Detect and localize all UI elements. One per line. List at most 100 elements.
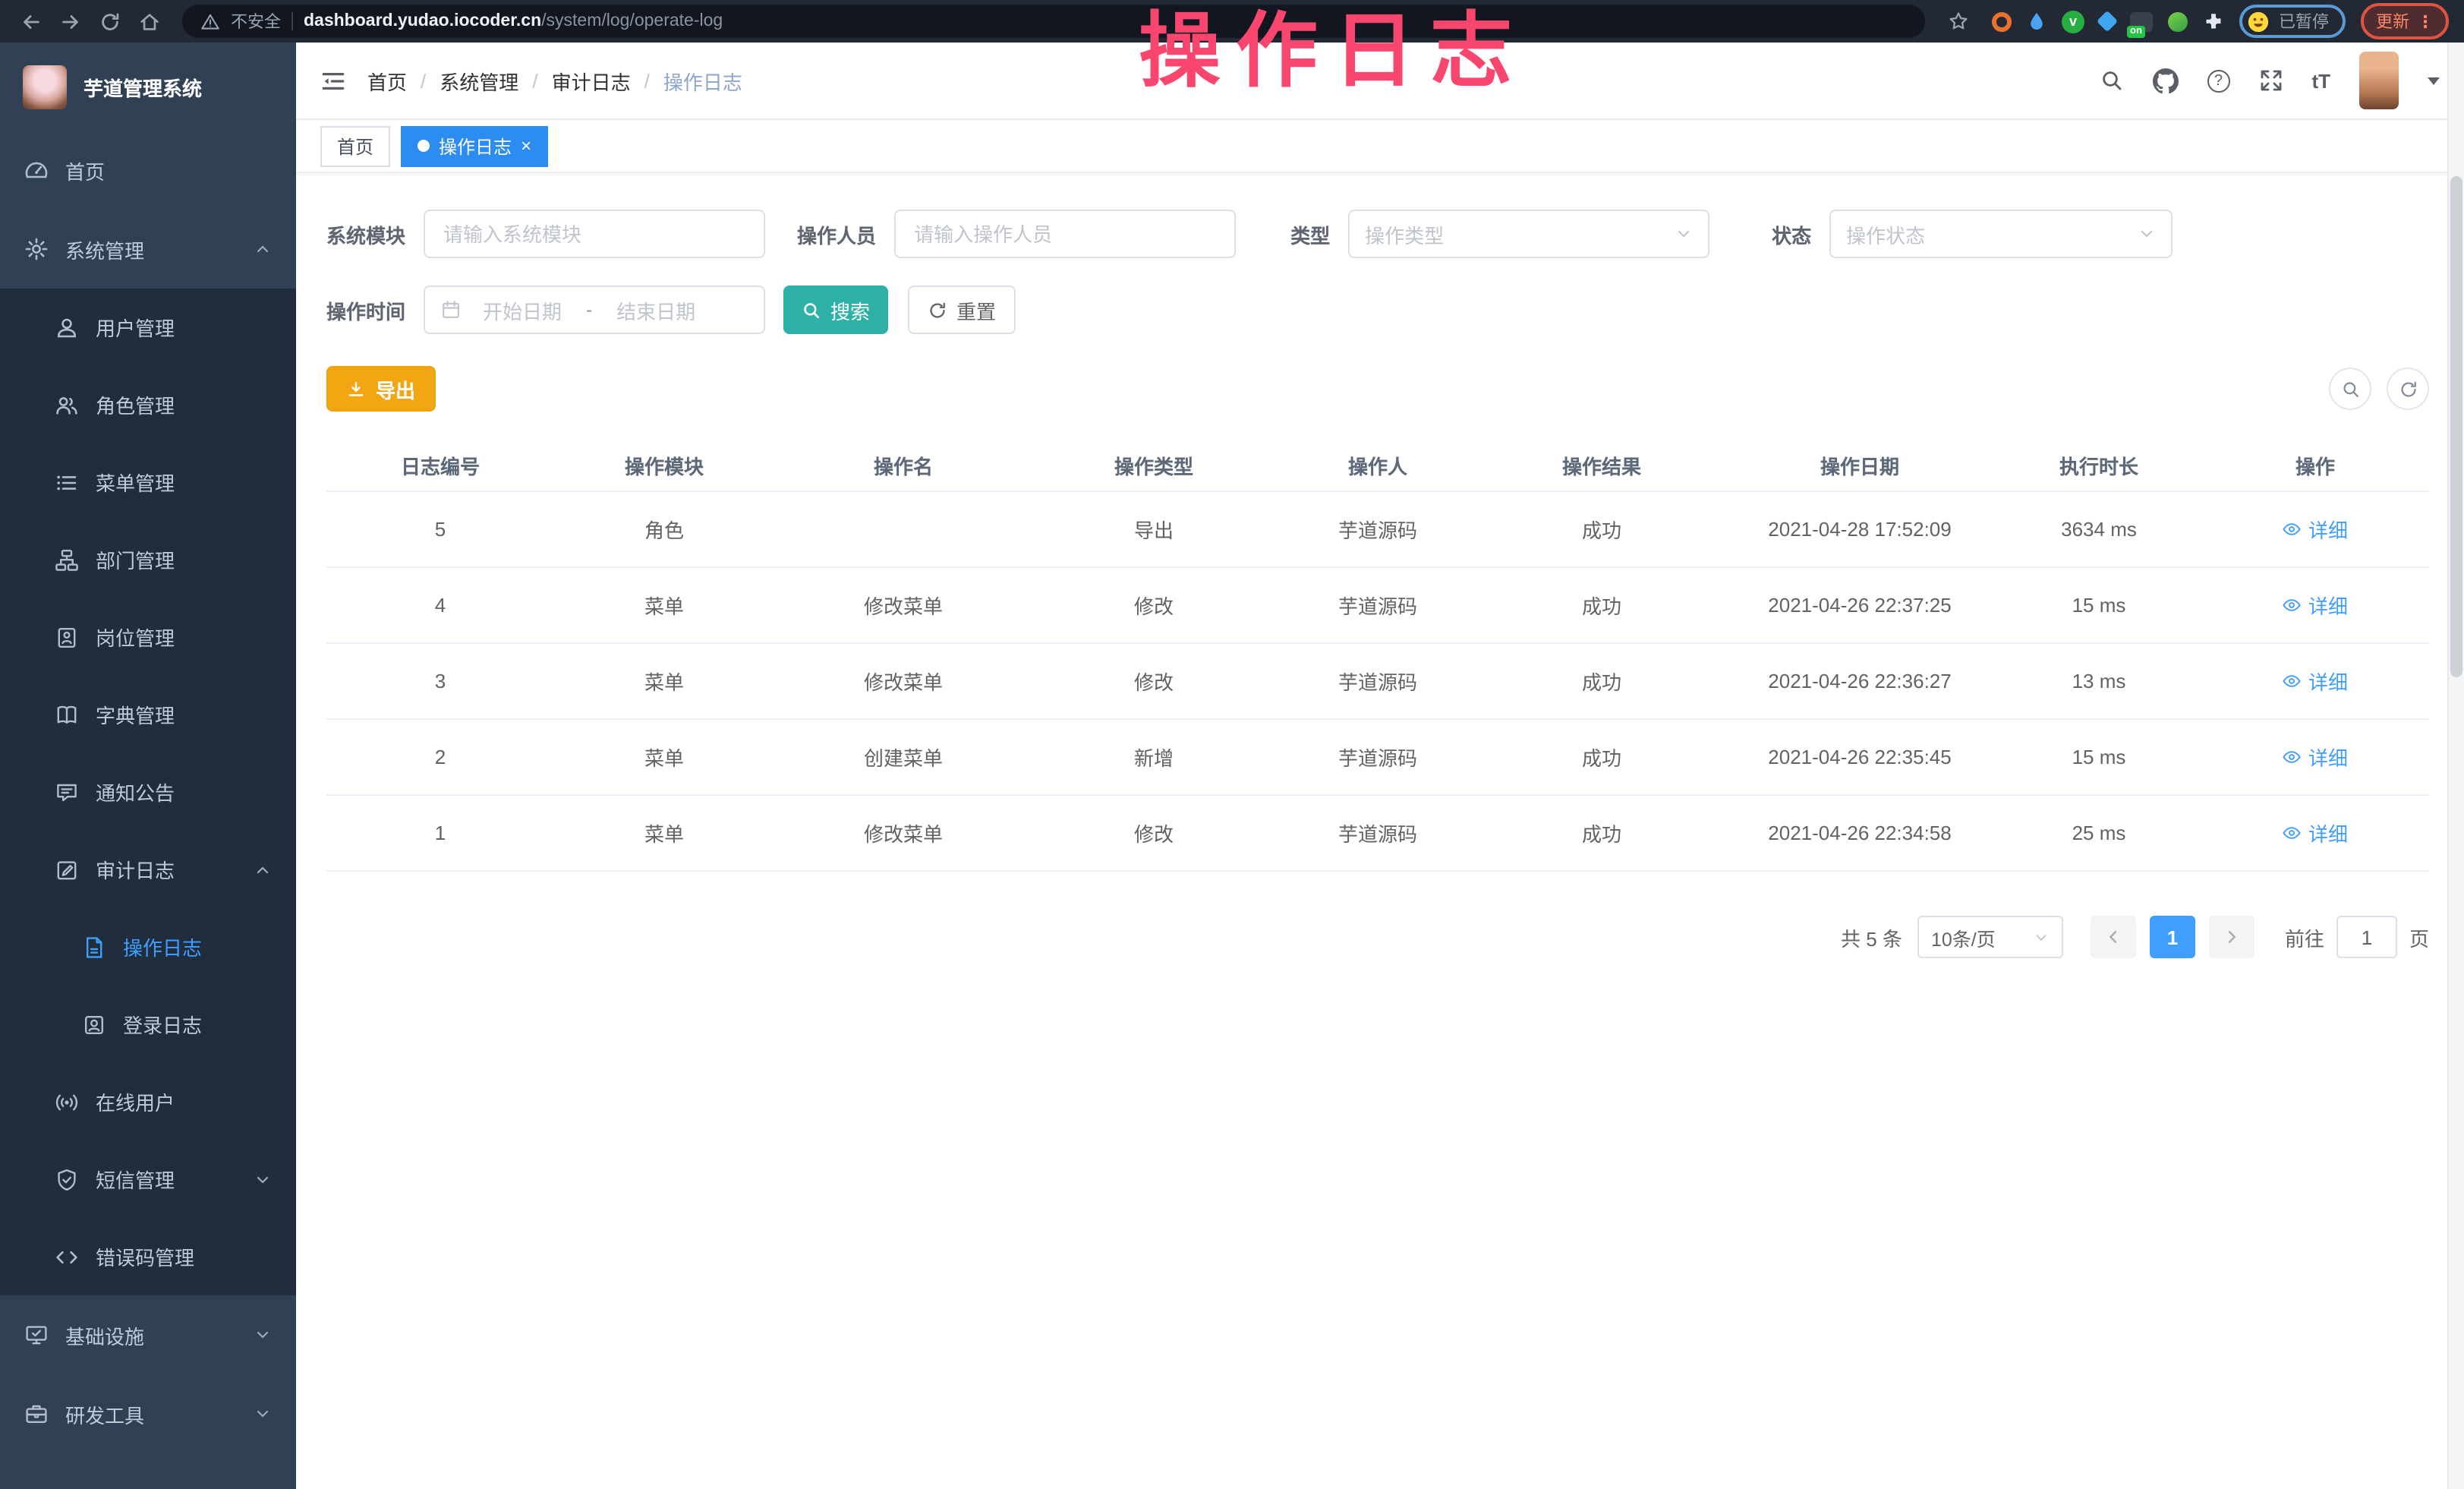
- browser-update-button[interactable]: 更新 ⋮: [2361, 3, 2449, 39]
- cell-operator: 芋道源码: [1275, 567, 1480, 643]
- dashboard-icon: [24, 158, 49, 182]
- show-search-button[interactable]: [2329, 368, 2371, 410]
- extension-green-v-icon[interactable]: v: [2062, 10, 2084, 33]
- sidebar-item-sms-management[interactable]: 短信管理: [0, 1140, 296, 1218]
- sidebar-item-audit-log[interactable]: 审计日志: [0, 831, 296, 908]
- refresh-table-button[interactable]: [2387, 368, 2429, 410]
- export-button[interactable]: 导出: [326, 366, 436, 412]
- address-bar[interactable]: 不安全 dashboard.yudao.iocoder.cn/system/lo…: [182, 5, 1925, 38]
- sidebar-item-online-users[interactable]: 在线用户: [0, 1063, 296, 1140]
- operator-input[interactable]: [894, 210, 1236, 258]
- sidebar-item-dept-management[interactable]: 部门管理: [0, 521, 296, 598]
- date-range-picker[interactable]: 开始日期 - 结束日期: [424, 285, 765, 334]
- font-size-icon[interactable]: tT: [2311, 69, 2330, 92]
- operate-log-icon: [82, 935, 106, 959]
- sidebar-item-error-code-management[interactable]: 错误码管理: [0, 1218, 296, 1295]
- browser-menu-kebab-icon[interactable]: ⋮: [2417, 11, 2434, 31]
- user-menu-caret-icon[interactable]: [2428, 77, 2440, 84]
- tag-home[interactable]: 首页: [320, 125, 390, 166]
- search-icon[interactable]: [2099, 68, 2123, 93]
- help-question-icon[interactable]: ?: [2207, 69, 2229, 92]
- sidebar-item-label: 登录日志: [123, 1010, 202, 1039]
- detail-link[interactable]: 详细: [2283, 667, 2348, 696]
- bookmark-star-button[interactable]: [1940, 5, 1977, 38]
- table-row: 1 菜单 修改菜单 修改 芋道源码 成功 2021-04-26 22:34:58…: [326, 795, 2429, 871]
- chevron-down-icon: [1675, 225, 1693, 243]
- fullscreen-icon[interactable]: [2258, 68, 2283, 93]
- module-input[interactable]: [424, 210, 765, 258]
- type-label: 类型: [1290, 219, 1330, 248]
- sidebar-item-label: 角色管理: [96, 390, 175, 419]
- detail-link[interactable]: 详细: [2283, 591, 2348, 620]
- sidebar-item-dict-management[interactable]: 字典管理: [0, 676, 296, 753]
- breadcrumb-item[interactable]: 系统管理: [440, 66, 518, 95]
- tag-operate-log[interactable]: 操作日志 ×: [401, 125, 548, 166]
- github-icon[interactable]: [2152, 68, 2178, 93]
- profile-paused-chip[interactable]: 已暂停: [2239, 5, 2346, 38]
- breadcrumb-item[interactable]: 首页: [367, 66, 407, 95]
- tag-close-icon[interactable]: ×: [521, 137, 531, 155]
- sidebar-item-home[interactable]: 首页: [0, 131, 296, 210]
- status-select-placeholder: 操作状态: [1846, 219, 1925, 248]
- cell-log-id: 5: [326, 491, 554, 567]
- cell-module: 菜单: [554, 643, 774, 719]
- sidebar-item-infrastructure[interactable]: 基础设施: [0, 1295, 296, 1374]
- browser-back-button[interactable]: [12, 5, 49, 38]
- sidebar-item-label: 岗位管理: [96, 623, 175, 651]
- cell-date: 2021-04-26 22:37:25: [1723, 567, 1996, 643]
- detail-link[interactable]: 详细: [2283, 515, 2348, 544]
- cell-log-id: 4: [326, 567, 554, 643]
- sidebar-toggle-button[interactable]: [320, 68, 346, 93]
- type-select[interactable]: 操作类型: [1348, 210, 1709, 258]
- app-logo-row[interactable]: 芋道管理系统: [0, 43, 296, 131]
- extensions-puzzle-icon[interactable]: [2203, 11, 2224, 32]
- browser-forward-button[interactable]: [52, 5, 88, 38]
- extension-dark-icon[interactable]: on: [2130, 11, 2153, 31]
- sidebar-item-role-management[interactable]: 角色管理: [0, 366, 296, 443]
- breadcrumb: 首页 / 系统管理 / 审计日志 / 操作日志: [367, 66, 742, 95]
- page-scrollbar[interactable]: [2447, 43, 2464, 1489]
- cell-result: 成功: [1480, 719, 1723, 795]
- detail-link[interactable]: 详细: [2283, 819, 2348, 847]
- sidebar-item-menu-management[interactable]: 菜单管理: [0, 443, 296, 521]
- browser-reload-button[interactable]: [91, 5, 128, 38]
- goto-label: 前往: [2285, 923, 2324, 951]
- cell-duration: 3634 ms: [1996, 491, 2201, 567]
- cell-module: 菜单: [554, 719, 774, 795]
- scrollbar-thumb[interactable]: [2450, 176, 2462, 677]
- goto-page-input[interactable]: [2336, 916, 2397, 958]
- chevron-up-icon: [254, 860, 272, 879]
- breadcrumb-item[interactable]: 审计日志: [552, 66, 631, 95]
- sidebar-item-user-management[interactable]: 用户管理: [0, 289, 296, 366]
- cell-date: 2021-04-26 22:35:45: [1723, 719, 1996, 795]
- sidebar-item-post-management[interactable]: 岗位管理: [0, 598, 296, 676]
- col-header-type: 操作类型: [1032, 439, 1275, 491]
- search-button-label: 搜索: [830, 295, 870, 324]
- detail-link[interactable]: 详细: [2283, 743, 2348, 771]
- current-page-button[interactable]: 1: [2150, 916, 2195, 958]
- sidebar-item-dev-tools[interactable]: 研发工具: [0, 1374, 296, 1453]
- search-button[interactable]: 搜索: [783, 285, 888, 334]
- user-avatar[interactable]: [2359, 52, 2399, 109]
- cell-name: 修改菜单: [774, 567, 1032, 643]
- sidebar-item-login-log[interactable]: 登录日志: [0, 986, 296, 1063]
- tag-label: 首页: [337, 133, 373, 159]
- browser-home-button[interactable]: [131, 5, 167, 38]
- next-page-button[interactable]: [2209, 916, 2254, 958]
- end-date-placeholder: 结束日期: [616, 295, 695, 324]
- reset-button[interactable]: 重置: [908, 285, 1016, 334]
- cell-duration: 15 ms: [1996, 719, 2201, 795]
- sidebar-item-system-management[interactable]: 系统管理: [0, 210, 296, 289]
- sidebar-item-operate-log[interactable]: 操作日志: [0, 908, 296, 986]
- table-row: 2 菜单 创建菜单 新增 芋道源码 成功 2021-04-26 22:35:45…: [326, 719, 2429, 795]
- sidebar-item-notice-announcement[interactable]: 通知公告: [0, 753, 296, 831]
- status-select[interactable]: 操作状态: [1829, 210, 2173, 258]
- page-size-select[interactable]: 10条/页: [1917, 916, 2063, 958]
- extension-drop-icon[interactable]: [2027, 11, 2047, 32]
- table-toolbar: 导出: [326, 366, 2429, 412]
- extension-green-icon[interactable]: [2168, 11, 2188, 31]
- extension-gem-icon[interactable]: [2097, 11, 2118, 32]
- prev-page-button[interactable]: [2091, 916, 2136, 958]
- extension-orange-icon[interactable]: [1992, 11, 2012, 31]
- infrastructure-monitor-icon: [24, 1323, 49, 1347]
